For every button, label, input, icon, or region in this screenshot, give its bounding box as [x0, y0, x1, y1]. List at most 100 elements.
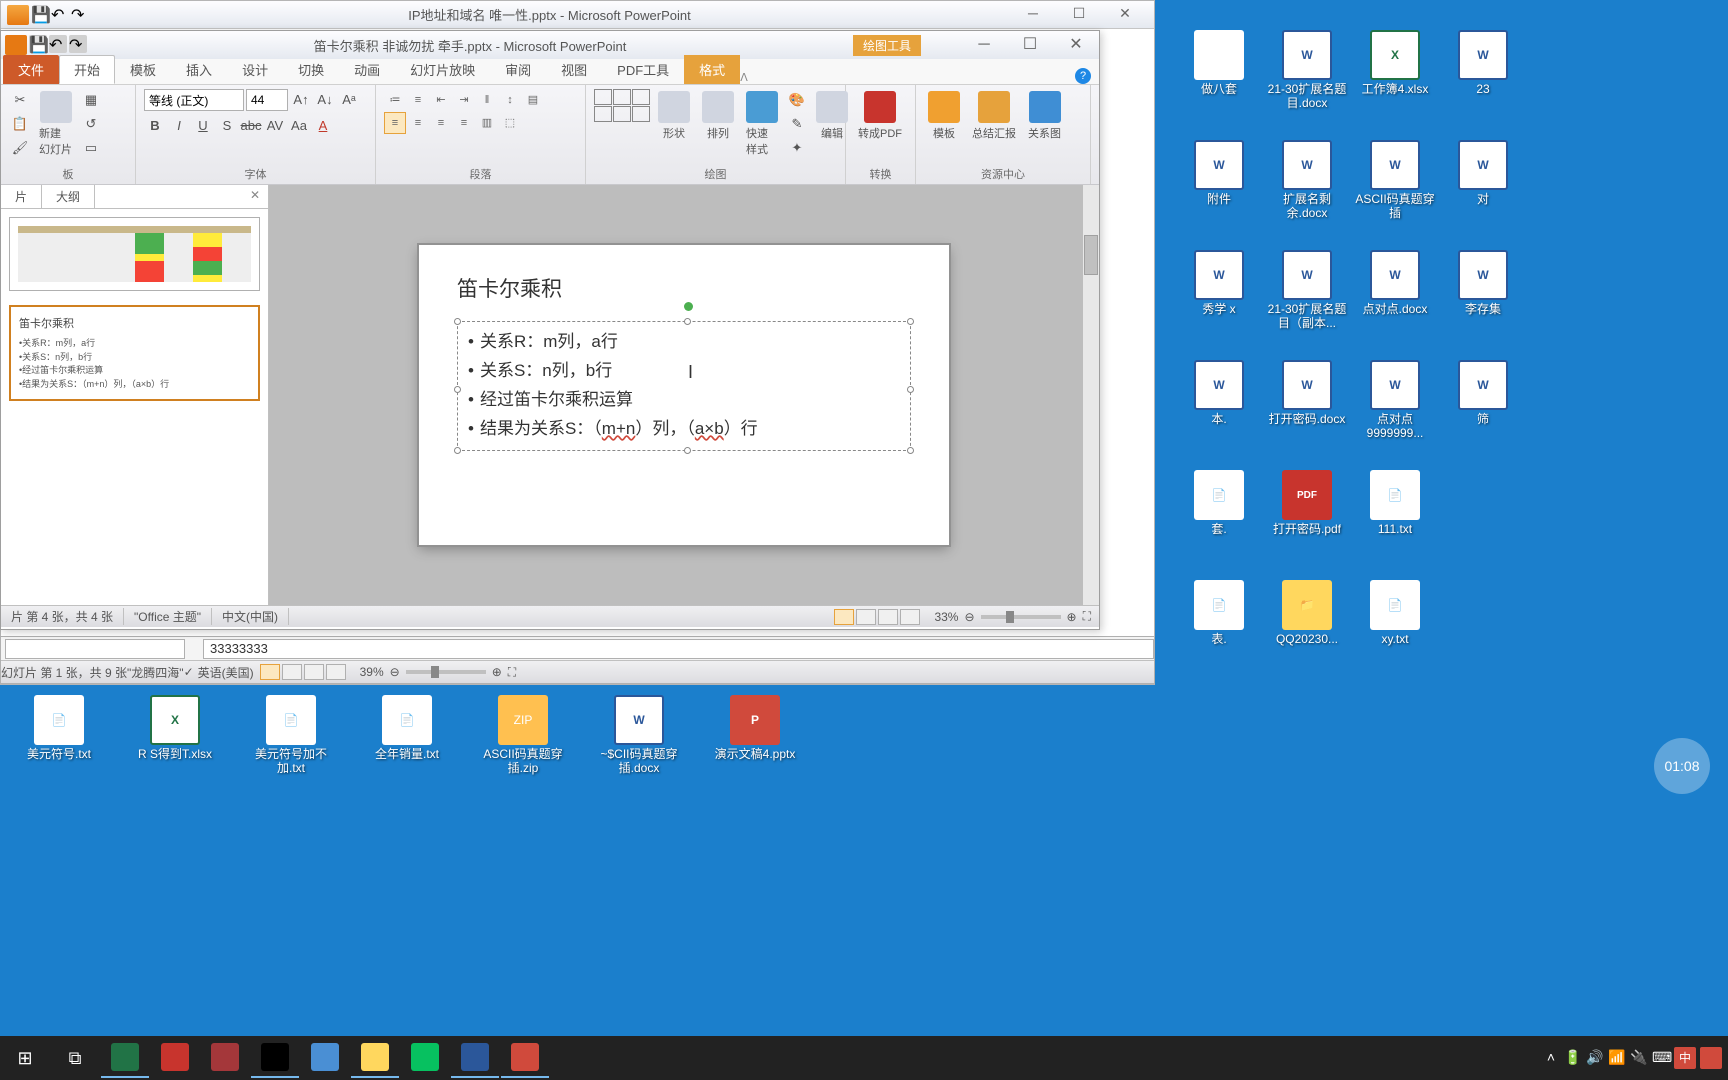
desktop-icon[interactable]: W附件 — [1178, 140, 1260, 206]
desktop-icon[interactable]: PDF打开密码.pdf — [1266, 470, 1348, 536]
tab-pdf[interactable]: PDF工具 — [602, 55, 684, 84]
bg-maximize-button[interactable]: ☐ — [1056, 5, 1102, 25]
shape-effects-icon[interactable]: ✦ — [786, 137, 808, 159]
resize-handle-br[interactable] — [907, 447, 914, 454]
shape-fill-icon[interactable]: 🎨 — [786, 89, 808, 111]
zoom-out-icon[interactable]: ⊖ — [964, 610, 974, 624]
view-buttons[interactable] — [828, 609, 926, 625]
bg-zoom[interactable]: 39% ⊖⊕ ⛶ — [352, 665, 525, 680]
desktop-icon[interactable]: 📄美元符号.txt — [18, 695, 100, 776]
resize-handle-bl[interactable] — [454, 447, 461, 454]
zoom-in-icon[interactable]: ⊕ — [1067, 610, 1077, 624]
resize-handle-tr[interactable] — [907, 318, 914, 325]
align-center-button[interactable]: ≡ — [407, 112, 429, 134]
maximize-button[interactable]: ☐ — [1007, 31, 1053, 59]
thumbnail-2[interactable]: 笛卡尔乘积 •关系R：m列，a行 •关系S：n列，b行 •经过笛卡尔乘积运算 •… — [9, 305, 260, 401]
desktop-icon[interactable]: W本. — [1178, 360, 1260, 426]
tab-format[interactable]: 格式 — [684, 55, 740, 84]
increase-indent-button[interactable]: ⇥ — [453, 89, 475, 111]
desktop-icon[interactable]: XR S得到T.xlsx — [134, 695, 216, 776]
ime-lang-icon[interactable]: ⌨ — [1652, 1049, 1670, 1067]
status-language[interactable]: 中文(中国) — [212, 608, 289, 625]
section-icon[interactable]: ▭ — [80, 137, 102, 159]
desktop-icon[interactable]: W21-30扩展名题目（副本... — [1266, 250, 1348, 331]
font-size-select[interactable] — [246, 89, 288, 111]
battery-icon[interactable]: 🔋 — [1564, 1049, 1582, 1067]
desktop-icon[interactable]: W21-30扩展名题目.docx — [1266, 30, 1348, 111]
file-menu-bg[interactable] — [7, 5, 29, 25]
columns-button[interactable]: ▥ — [476, 112, 498, 134]
desktop-icon[interactable]: W~$CII码真题穿插.docx — [598, 695, 680, 776]
panel-tab-slides[interactable]: 片 — [1, 185, 42, 208]
normal-view-button[interactable] — [834, 609, 854, 625]
shapes-button[interactable]: 形状 — [654, 89, 694, 143]
increase-font-icon[interactable]: A↑ — [290, 89, 312, 111]
desktop-icon[interactable]: 📄xy.txt — [1354, 580, 1436, 646]
desktop-icon[interactable]: W筛 — [1442, 360, 1524, 426]
thumbnail-1[interactable] — [9, 217, 260, 291]
italic-button[interactable]: I — [168, 115, 190, 137]
resize-handle-tc[interactable] — [684, 318, 691, 325]
desktop-icon[interactable]: W对 — [1442, 140, 1524, 206]
desktop-icon[interactable]: 📄111.txt — [1354, 470, 1436, 536]
bg-close-button[interactable]: ✕ — [1102, 5, 1148, 25]
redo-icon[interactable]: ↷ — [71, 5, 89, 23]
tab-insert[interactable]: 插入 — [171, 55, 227, 84]
desktop-icon[interactable]: ZIPASCII码真题穿插.zip — [482, 695, 564, 776]
clear-format-icon[interactable]: Aᵃ — [338, 89, 360, 111]
shape-gallery[interactable] — [594, 89, 650, 122]
shadow-button[interactable]: S — [216, 115, 238, 137]
collapse-ribbon-icon[interactable]: ᐱ — [740, 71, 748, 84]
desktop-icon[interactable]: W23 — [1442, 30, 1524, 96]
tab-animation[interactable]: 动画 — [339, 55, 395, 84]
change-case-button[interactable]: Aa — [288, 115, 310, 137]
bold-button[interactable]: B — [144, 115, 166, 137]
desktop-icon[interactable]: 必做八套做八套 — [1178, 30, 1260, 96]
taskbar-app-wechat[interactable] — [401, 1038, 449, 1078]
decrease-indent-button[interactable]: ⇤ — [430, 89, 452, 111]
taskbar-app-access[interactable] — [201, 1038, 249, 1078]
zoom-control[interactable]: 33% ⊖ ⊕ ⛶ — [926, 609, 1099, 624]
relation-button[interactable]: 关系图 — [1024, 89, 1065, 143]
summary-button[interactable]: 总结汇报 — [968, 89, 1020, 143]
font-name-select[interactable] — [144, 89, 244, 111]
taskbar-app-capcut[interactable] — [251, 1038, 299, 1078]
desktop-icon[interactable]: W扩展名剩余.docx — [1266, 140, 1348, 221]
save-icon[interactable]: 💾 — [29, 35, 47, 53]
line-spacing-button[interactable]: ‖ — [476, 89, 498, 111]
undo-icon[interactable]: ↶ — [51, 5, 69, 23]
save-icon[interactable]: 💾 — [31, 5, 49, 23]
resize-handle-ml[interactable] — [454, 386, 461, 393]
taskbar-app-word[interactable] — [451, 1038, 499, 1078]
justify-button[interactable]: ≡ — [453, 112, 475, 134]
shape-outline-icon[interactable]: ✎ — [786, 113, 808, 135]
tab-design[interactable]: 设计 — [227, 55, 283, 84]
copy-icon[interactable]: 📋 — [9, 113, 31, 135]
tab-transition[interactable]: 切换 — [283, 55, 339, 84]
convert-pdf-button[interactable]: 转成PDF — [854, 89, 906, 143]
cut-icon[interactable]: ✂ — [9, 89, 31, 111]
strike-button[interactable]: abc — [240, 115, 262, 137]
char-spacing-button[interactable]: AV — [264, 115, 286, 137]
usb-icon[interactable]: 🔌 — [1630, 1049, 1648, 1067]
panel-tab-outline[interactable]: 大纲 — [42, 185, 95, 208]
layout-icon[interactable]: ▦ — [80, 89, 102, 111]
slideshow-view-button[interactable] — [900, 609, 920, 625]
desktop-icon[interactable]: 📄表. — [1178, 580, 1260, 646]
new-slide-button[interactable]: 新建 幻灯片 — [35, 89, 76, 159]
taskbar-app-explorer[interactable] — [351, 1038, 399, 1078]
desktop-icon[interactable]: X工作簿4.xlsx — [1354, 30, 1436, 96]
font-color-button[interactable]: A — [312, 115, 334, 137]
resize-handle-tl[interactable] — [454, 318, 461, 325]
decrease-font-icon[interactable]: A↓ — [314, 89, 336, 111]
quickstyle-button[interactable]: 快速样式 — [742, 89, 782, 159]
panel-close-icon[interactable]: ✕ — [242, 185, 268, 208]
bg-formula-bar[interactable] — [203, 639, 1154, 659]
taskbar-app-wps[interactable] — [151, 1038, 199, 1078]
taskbar-app-calculator[interactable] — [301, 1038, 349, 1078]
tab-view[interactable]: 视图 — [546, 55, 602, 84]
close-button[interactable]: ✕ — [1053, 31, 1099, 59]
volume-icon[interactable]: 🔊 — [1586, 1049, 1604, 1067]
tab-slideshow[interactable]: 幻灯片放映 — [395, 55, 490, 84]
sorter-view-button[interactable] — [856, 609, 876, 625]
